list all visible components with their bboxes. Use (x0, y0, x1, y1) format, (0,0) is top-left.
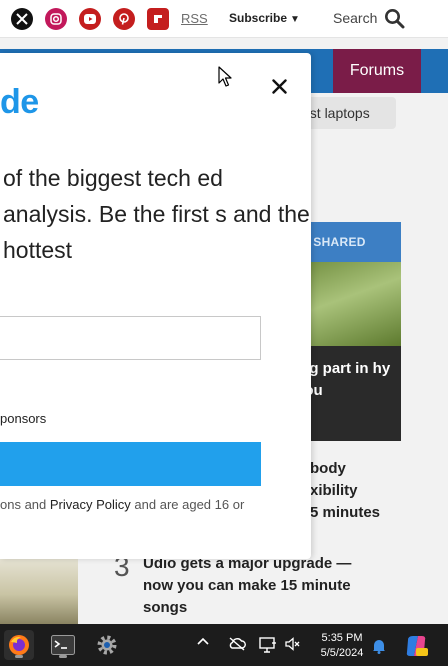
terminal-taskbar-button[interactable] (48, 630, 78, 660)
nav-overflow (421, 49, 448, 93)
subscribe-label: Subscribe (229, 11, 288, 25)
article-thumbnail[interactable] (0, 558, 78, 624)
running-indicator (59, 655, 67, 658)
cloud-offline-icon[interactable] (228, 637, 246, 651)
volume-muted-icon[interactable] (285, 637, 301, 651)
youtube-icon[interactable] (79, 8, 101, 30)
network-icon[interactable] (259, 637, 277, 653)
x-icon[interactable] (11, 8, 33, 30)
nav-item-forums[interactable]: Forums (333, 49, 421, 93)
system-clock[interactable]: 5:35 PM 5/5/2024 (314, 631, 370, 661)
newsletter-modal: de of the biggest tech ed analysis. Be t… (0, 53, 311, 559)
flipboard-icon[interactable] (147, 8, 169, 30)
site-header: RSS Subscribe ▼ Search (0, 0, 448, 38)
card-title: ing part in hy you (296, 360, 391, 399)
settings-taskbar-button[interactable] (92, 630, 122, 660)
clock-time: 5:35 PM (321, 632, 363, 644)
close-icon (271, 78, 287, 94)
terminal-icon (51, 635, 75, 655)
copilot-icon[interactable] (404, 634, 428, 658)
story-2-line-1[interactable]: body (310, 458, 448, 480)
newsletter-pitch: of the biggest tech ed analysis. Be the … (3, 165, 310, 263)
firefox-taskbar-button[interactable] (4, 630, 34, 660)
chevron-down-icon: ▼ (290, 14, 300, 25)
terms-prefix: ons and (0, 497, 50, 512)
consent-label[interactable]: ponsors (0, 411, 46, 426)
chevron-up-icon[interactable] (197, 637, 209, 645)
active-indicator (15, 655, 23, 658)
rss-link[interactable]: RSS (181, 11, 208, 26)
search-label[interactable]: Search (333, 10, 377, 26)
pinterest-icon[interactable] (113, 8, 135, 30)
story-3-title[interactable]: Udio gets a major upgrade — now you can … (143, 553, 383, 619)
story-2-line-3[interactable]: 5 minutes (310, 502, 448, 524)
terms-text: ons and Privacy Policy and are aged 16 o… (0, 496, 300, 514)
email-field[interactable] (0, 316, 261, 360)
signup-button[interactable] (0, 442, 261, 486)
privacy-policy-link[interactable]: Privacy Policy (50, 497, 131, 512)
trending-chip[interactable]: est laptops (300, 97, 396, 129)
close-button[interactable] (268, 75, 290, 97)
notification-bell-icon[interactable] (372, 638, 386, 654)
story-2-line-2[interactable]: xibility (310, 480, 448, 502)
terms-suffix: and are aged 16 or (130, 497, 245, 512)
subscribe-menu[interactable]: Subscribe ▼ (229, 11, 300, 25)
brand-logo: de (0, 83, 39, 121)
mouse-cursor-icon (218, 66, 232, 93)
instagram-icon[interactable] (45, 8, 67, 30)
firefox-icon (9, 635, 29, 655)
gear-icon (97, 635, 117, 655)
search-icon[interactable] (384, 8, 405, 34)
clock-date: 5/5/2024 (320, 647, 364, 659)
